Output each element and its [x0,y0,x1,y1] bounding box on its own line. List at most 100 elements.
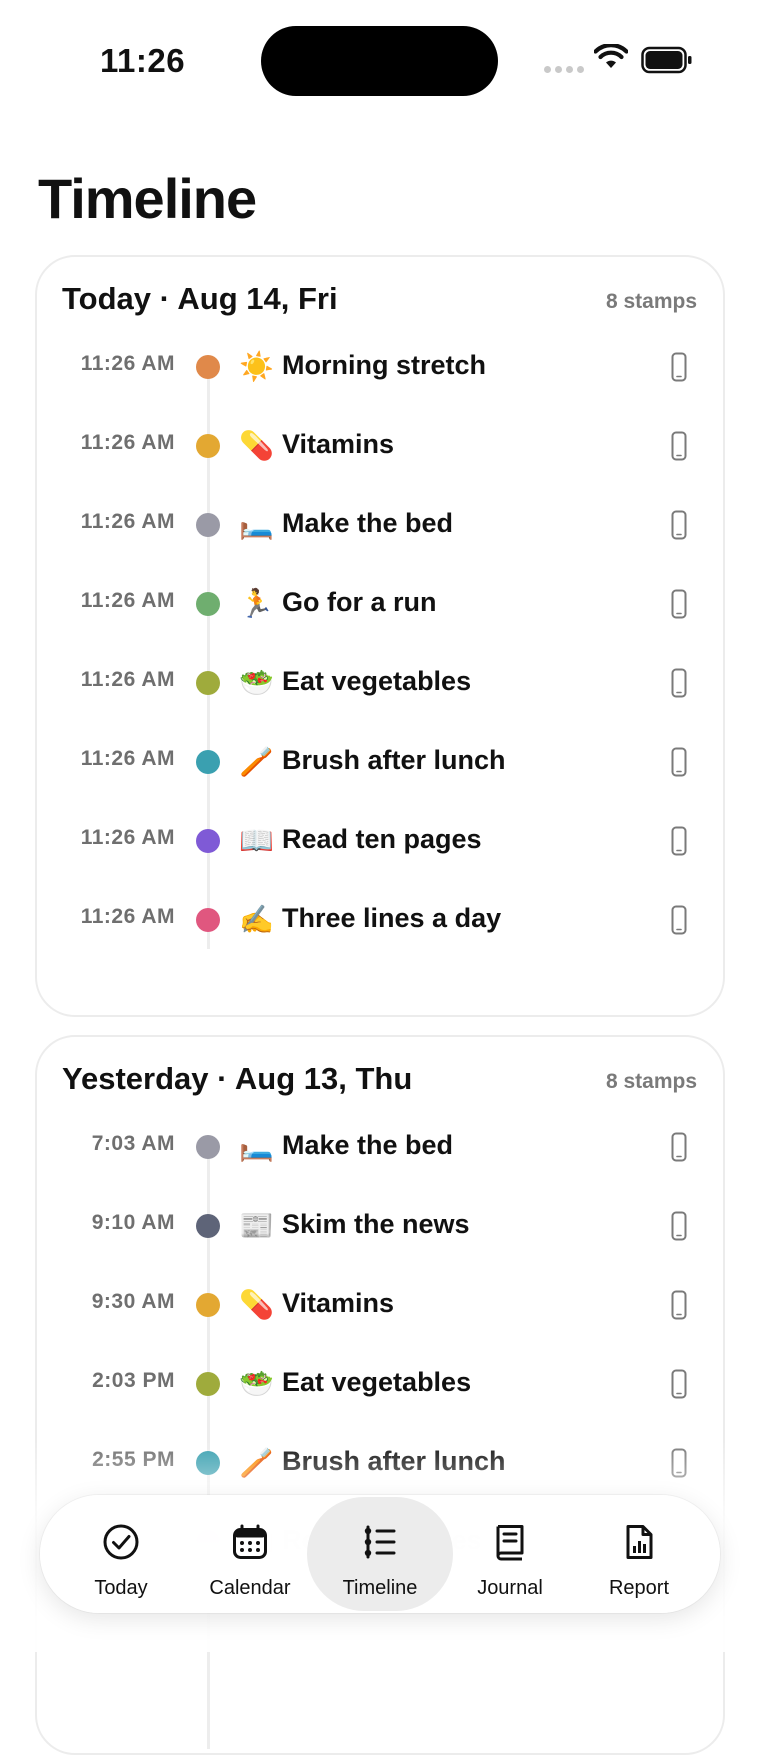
entry-color-dot [196,1293,220,1317]
salad-icon: 🥗 [239,1367,274,1400]
newspaper-icon: 📰 [239,1209,274,1242]
timeline-entry[interactable]: 11:26 AM 📖 Read ten pages [37,811,723,871]
timeline-list-icon [364,1525,396,1559]
entry-time: 2:03 PM [92,1369,175,1392]
book-icon: 📖 [239,824,274,857]
phone-device-icon [671,668,687,698]
entry-label: Eat vegetables [282,666,472,696]
entry-label: Vitamins [282,1288,395,1318]
entry-color-dot [196,671,220,695]
phone-device-icon [671,1132,687,1162]
bed-icon: 🛏️ [239,1130,274,1163]
entry-time: 11:26 AM [80,747,175,770]
status-bar: 11:26 [0,0,760,120]
section-header: Yesterday · Aug 13, Thu 8 stamps [37,1037,723,1117]
phone-device-icon [671,352,687,382]
entry-label: Morning stretch [282,350,487,380]
entry-color-dot [196,750,220,774]
phone-device-icon [671,1369,687,1399]
timeline-entry[interactable]: 11:26 AM ☀️ Morning stretch [37,337,723,397]
page-title: Timeline [38,167,257,230]
timeline-entry[interactable]: 9:10 AM 📰 Skim the news [37,1196,723,1256]
timeline-entry[interactable]: 7:03 AM 🛏️ Make the bed [37,1117,723,1177]
entry-color-dot [196,1214,220,1238]
entry-time: 11:26 AM [80,668,175,691]
wifi-icon [594,44,628,68]
entry-label: Go for a run [282,587,437,617]
entry-color-dot [196,829,220,853]
runner-icon: 🏃 [239,587,274,620]
pill-icon: 💊 [239,1288,274,1321]
report-icon [626,1525,653,1559]
tab-label: Journal [477,1577,543,1599]
calendar-icon [233,1524,267,1559]
phone-device-icon [671,1290,687,1320]
battery-icon [641,46,692,74]
stamp-count: 8 stamps [605,1070,697,1093]
phone-device-icon [671,747,687,777]
entry-label: Read ten pages [282,824,482,854]
phone-device-icon [671,510,687,540]
cellular-signal-icon [544,66,584,73]
tab-report[interactable]: Report [574,1495,704,1613]
entry-color-dot [196,592,220,616]
entry-color-dot [196,1372,220,1396]
entry-color-dot [196,908,220,932]
entry-time: 11:26 AM [80,589,175,612]
entry-label: Three lines a day [282,903,502,933]
entry-label: Make the bed [282,1130,454,1160]
entry-time: 9:10 AM [91,1211,175,1234]
entry-label: Brush after lunch [282,745,506,775]
tab-journal[interactable]: Journal [445,1495,575,1613]
entry-color-dot [196,355,220,379]
tab-calendar[interactable]: Calendar [185,1495,315,1613]
entry-label: Vitamins [282,429,395,459]
phone-device-icon [671,431,687,461]
phone-device-icon [671,826,687,856]
writing-hand-icon: ✍️ [239,903,274,936]
tab-today[interactable]: Today [56,1495,186,1613]
entry-time: 11:26 AM [80,510,175,533]
section-header: Today · Aug 14, Fri 8 stamps [37,257,723,337]
section-card-today: Today · Aug 14, Fri 8 stamps 11:26 AM ☀️ M… [35,255,725,1017]
pill-icon: 💊 [239,429,274,462]
timeline-entry[interactable]: 11:26 AM ✍️ Three lines a day [37,890,723,950]
timeline-entry[interactable]: 11:26 AM 🏃 Go for a run [37,574,723,634]
section-title: Today · Aug 14, Fri [62,281,338,316]
entry-color-dot [196,434,220,458]
phone-device-icon [671,589,687,619]
timeline-entry[interactable]: 11:26 AM 🥗 Eat vegetables [37,653,723,713]
stamp-count: 8 stamps [605,290,697,313]
tab-label: Report [608,1577,670,1599]
entry-label: Eat vegetables [282,1367,472,1397]
entry-time: 11:26 AM [80,352,175,375]
dynamic-island [261,26,498,96]
checkmark-circle-icon [103,1524,139,1560]
entry-label: Skim the news [282,1209,470,1239]
tab-label: Calendar [209,1577,291,1599]
entry-label: Make the bed [282,508,454,538]
sun-icon: ☀️ [239,350,274,383]
entry-time: 11:26 AM [80,905,175,928]
timeline-entry[interactable]: 11:26 AM 🪥 Brush after lunch [37,732,723,792]
salad-icon: 🥗 [239,666,274,699]
phone-device-icon [671,1211,687,1241]
tab-timeline[interactable]: Timeline [307,1495,453,1613]
status-time: 11:26 [100,42,186,79]
entry-time: 11:26 AM [80,826,175,849]
tab-bar: Today Calendar Timeline Journal Report [40,1495,720,1613]
entry-color-dot [196,1135,220,1159]
bed-icon: 🛏️ [239,508,274,541]
toothbrush-icon: 🪥 [239,745,274,778]
entry-color-dot [196,513,220,537]
section-title: Yesterday · Aug 13, Thu [62,1061,413,1096]
timeline-entry[interactable]: 2:03 PM 🥗 Eat vegetables [37,1354,723,1414]
timeline-entry[interactable]: 11:26 AM 💊 Vitamins [37,416,723,476]
tab-label: Timeline [342,1577,418,1599]
entry-time: 11:26 AM [80,431,175,454]
tab-label: Today [94,1577,148,1599]
timeline-entry[interactable]: 11:26 AM 🛏️ Make the bed [37,495,723,555]
phone-device-icon [671,905,687,935]
timeline-entry[interactable]: 9:30 AM 💊 Vitamins [37,1275,723,1335]
entry-time: 7:03 AM [91,1132,175,1155]
